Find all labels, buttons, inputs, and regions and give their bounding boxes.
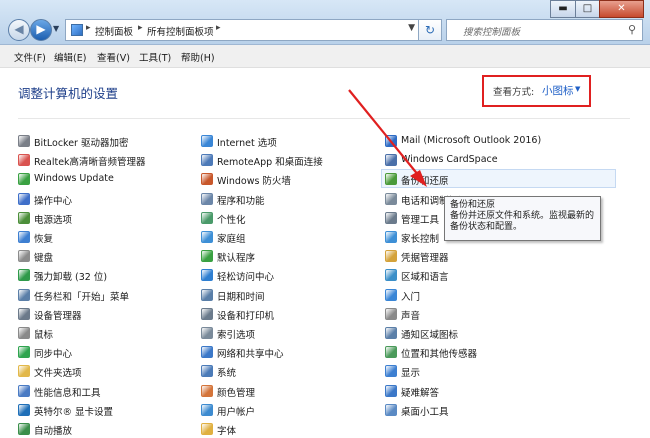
- arrow-shaft: [348, 89, 420, 177]
- tooltip-line-1: 备份并还原文件和系统。监视最新的: [450, 211, 595, 221]
- tooltip-backup-restore: 备份和还原 备份并还原文件和系统。监视最新的 备份状态和配置。: [444, 196, 601, 241]
- arrow-head: [410, 170, 427, 187]
- tooltip-title: 备份和还原: [450, 200, 496, 210]
- tooltip-line-2: 备份状态和配置。: [450, 222, 523, 232]
